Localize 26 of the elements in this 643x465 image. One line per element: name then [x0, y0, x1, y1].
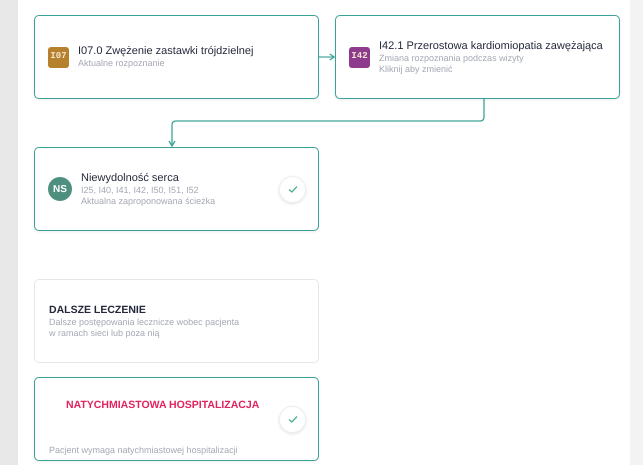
card-title: NATYCHMIASTOWA HOSPITALIZACJA	[65, 398, 260, 414]
connector-arrow	[319, 53, 335, 61]
card-title: DALSZE LECZENIE	[49, 302, 147, 316]
diagnosis-card[interactable]: NS Niewydolność serca I25, I40, I41, I42, I50, I51, I52 Aktualna zaproponowana ścieżka	[34, 147, 319, 231]
card-subtitle: Kliknij aby zmienić	[379, 64, 454, 76]
diagnosis-card[interactable]: I42 I42.1 Przerostowa kardiomiopatia zawężająca Zmiana rozpoznania podczas wizyty Kliknij aby zmienić	[335, 15, 620, 99]
check-icon	[288, 186, 297, 192]
check-button[interactable]	[279, 176, 306, 202]
card-subtitle: Zmiana rozpoznania podczas wizyty	[379, 52, 525, 64]
card-title: I42.1 Przerostowa kardiomiopatia zawężająca	[379, 38, 604, 52]
option-card[interactable]: NATYCHMIASTOWA HOSPITALIZACJA Pacjent wymaga natychmiastowej hospitalizacji	[34, 377, 319, 461]
check-icon	[288, 416, 297, 422]
card-title: I07.0 Zwężenie zastawki trójdzielnej	[78, 44, 254, 58]
card-subtitle: Pacjent wymaga natychmiastowej hospitalizacji	[49, 445, 239, 457]
card-title: Niewydolność serca	[81, 170, 180, 184]
check-button[interactable]	[279, 406, 306, 432]
code-badge: I07	[48, 46, 69, 68]
card-subtitle: Aktualna zaproponowana ścieżka	[81, 196, 216, 208]
card-subtitle: Dalsze postępowania lecznicze wobec pacjenta	[49, 316, 240, 328]
option-card[interactable]: DALSZE LECZENIE Dalsze postępowania lecznicze wobec pacjenta w ramach sieci lub poza nią	[34, 279, 319, 363]
card-subtitle: I25, I40, I41, I42, I50, I51, I52	[81, 184, 200, 196]
card-subtitle: w ramach sieci lub poza nią	[49, 328, 161, 340]
code-badge: I42	[349, 46, 370, 68]
avatar: NS	[48, 177, 72, 201]
card-subtitle: Aktualne rozpoznanie	[78, 58, 166, 70]
diagnosis-card[interactable]: I07 I07.0 Zwężenie zastawki trójdzielnej Aktualne rozpoznanie	[34, 15, 319, 99]
